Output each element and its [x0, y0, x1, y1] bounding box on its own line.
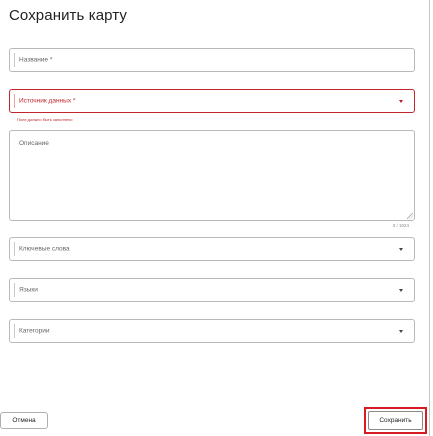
- field-notch: [14, 283, 15, 297]
- categories-select[interactable]: Категории: [9, 319, 415, 343]
- field-notch: [14, 53, 15, 67]
- save-button-highlight[interactable]: Сохранить: [364, 407, 427, 434]
- dialog-title: Сохранить карту: [9, 7, 127, 24]
- source-label: Источник данных *: [19, 97, 76, 105]
- save-button[interactable]: Сохранить: [368, 411, 423, 430]
- field-notch: [14, 94, 15, 108]
- cancel-button[interactable]: Отмена: [0, 412, 48, 429]
- languages-select[interactable]: Языки: [9, 278, 415, 302]
- chevron-down-icon[interactable]: [399, 100, 403, 103]
- description-label: Описание: [19, 140, 49, 147]
- categories-label: Категории: [19, 327, 50, 335]
- source-select[interactable]: Источник данных *: [9, 89, 415, 113]
- source-error-message: Поле должно быть заполнено: [17, 117, 73, 122]
- name-label: Название *: [19, 56, 53, 64]
- field-notch: [14, 324, 15, 338]
- keywords-select[interactable]: Ключевые слова: [9, 237, 415, 261]
- chevron-down-icon[interactable]: [399, 248, 403, 251]
- resize-handle-icon[interactable]: [407, 213, 413, 219]
- chevron-down-icon[interactable]: [399, 289, 403, 292]
- description-textarea[interactable]: Описание: [9, 130, 415, 221]
- description-counter: 0 / 1024: [392, 223, 409, 228]
- keywords-label: Ключевые слова: [19, 245, 70, 253]
- chevron-down-icon[interactable]: [399, 330, 403, 333]
- field-notch: [14, 242, 15, 256]
- name-field[interactable]: Название *: [9, 48, 415, 72]
- languages-label: Языки: [19, 286, 38, 294]
- dialog-right-border: [429, 0, 430, 436]
